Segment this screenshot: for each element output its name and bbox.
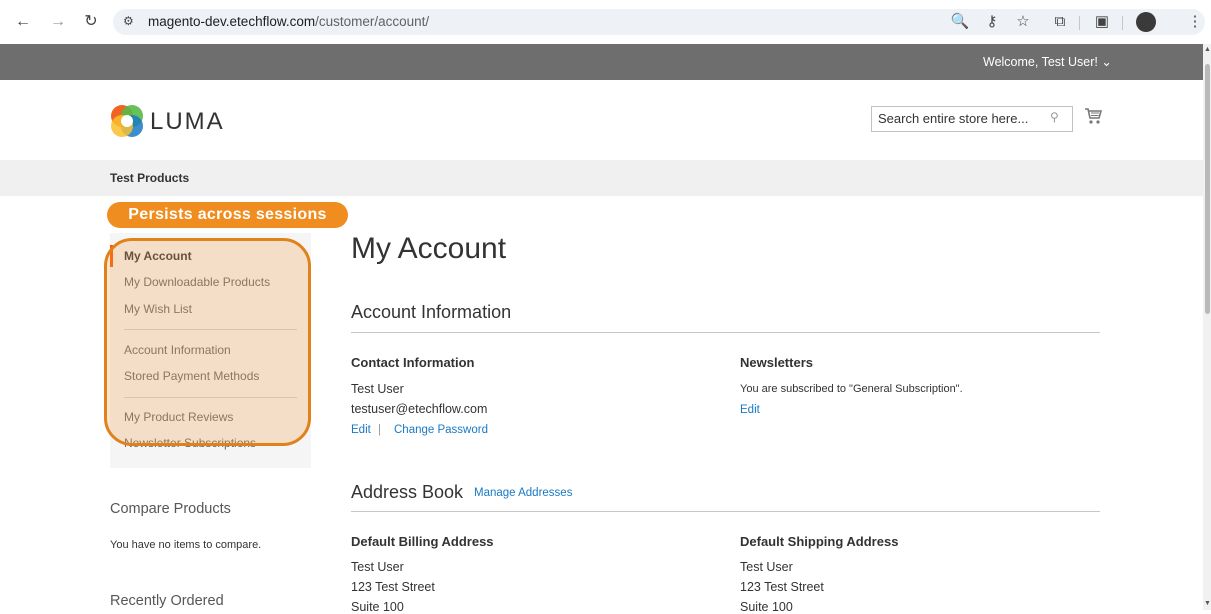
- newsletters-status: You are subscribed to "General Subscript…: [740, 383, 963, 395]
- tab-search-icon[interactable]: ▣: [1092, 12, 1112, 32]
- toolbar-divider: [1122, 16, 1123, 30]
- recently-ordered-title: Recently Ordered: [110, 593, 224, 609]
- luma-logo-icon[interactable]: [108, 102, 146, 140]
- scroll-down-arrow-icon[interactable]: ▼: [1204, 600, 1211, 607]
- change-password-link[interactable]: Change Password: [394, 424, 488, 436]
- cart-icon[interactable]: [1083, 106, 1103, 126]
- section-divider: [351, 511, 1100, 512]
- toolbar-divider: [1079, 16, 1080, 30]
- contact-information-title: Contact Information: [351, 355, 475, 370]
- default-billing-address-title: Default Billing Address: [351, 534, 494, 549]
- contact-name: Test User: [351, 382, 404, 396]
- scroll-up-arrow-icon[interactable]: ▲: [1204, 46, 1211, 53]
- billing-address-line: 123 Test Street: [351, 580, 435, 594]
- section-divider: [351, 332, 1100, 333]
- compare-products-title: Compare Products: [110, 501, 231, 517]
- edit-newsletters-link[interactable]: Edit: [740, 404, 760, 416]
- profile-avatar[interactable]: [1136, 12, 1156, 32]
- link-separator: |: [378, 424, 381, 436]
- zoom-icon[interactable]: 🔍: [950, 12, 970, 32]
- bookmark-star-icon[interactable]: ☆: [1013, 12, 1033, 32]
- shipping-address-line: 123 Test Street: [740, 580, 824, 594]
- page-title: My Account: [351, 232, 507, 265]
- reload-icon[interactable]: ↻: [80, 11, 102, 33]
- site-info-icon[interactable]: ⚙: [123, 14, 134, 28]
- nav-item-test-products[interactable]: Test Products: [110, 171, 189, 185]
- search-placeholder: Search entire store here...: [878, 111, 1029, 126]
- forward-icon[interactable]: →: [47, 11, 69, 33]
- password-key-icon[interactable]: ⚷: [982, 12, 1002, 32]
- shipping-address-line: Test User: [740, 560, 793, 574]
- scrollbar-thumb[interactable]: [1205, 64, 1210, 314]
- annotation-highlight: [104, 238, 311, 446]
- address-bar-url[interactable]: magento-dev.etechflow.com/customer/accou…: [148, 14, 429, 29]
- back-icon[interactable]: ←: [12, 11, 34, 33]
- address-book-title: Address Book: [351, 482, 464, 502]
- welcome-dropdown[interactable]: Welcome, Test User! ⌄: [983, 54, 1112, 69]
- manage-addresses-link[interactable]: Manage Addresses: [474, 487, 572, 499]
- chevron-down-icon: ⌄: [1101, 55, 1112, 69]
- compare-products-text: You have no items to compare.: [110, 539, 262, 551]
- search-icon[interactable]: ⚲: [1050, 110, 1059, 124]
- extensions-icon[interactable]: ⧉: [1050, 12, 1070, 32]
- billing-address-line: Suite 100: [351, 600, 404, 614]
- contact-email: testuser@etechflow.com: [351, 402, 488, 416]
- account-information-title: Account Information: [351, 302, 512, 322]
- annotation-badge: Persists across sessions: [107, 202, 348, 228]
- edit-contact-link[interactable]: Edit: [351, 424, 371, 436]
- newsletters-title: Newsletters: [740, 355, 813, 370]
- logo-text[interactable]: LUMA: [150, 108, 225, 136]
- shipping-address-line: Suite 100: [740, 600, 793, 614]
- billing-address-line: Test User: [351, 560, 404, 574]
- menu-kebab-icon[interactable]: ⋮: [1185, 12, 1205, 32]
- default-shipping-address-title: Default Shipping Address: [740, 534, 899, 549]
